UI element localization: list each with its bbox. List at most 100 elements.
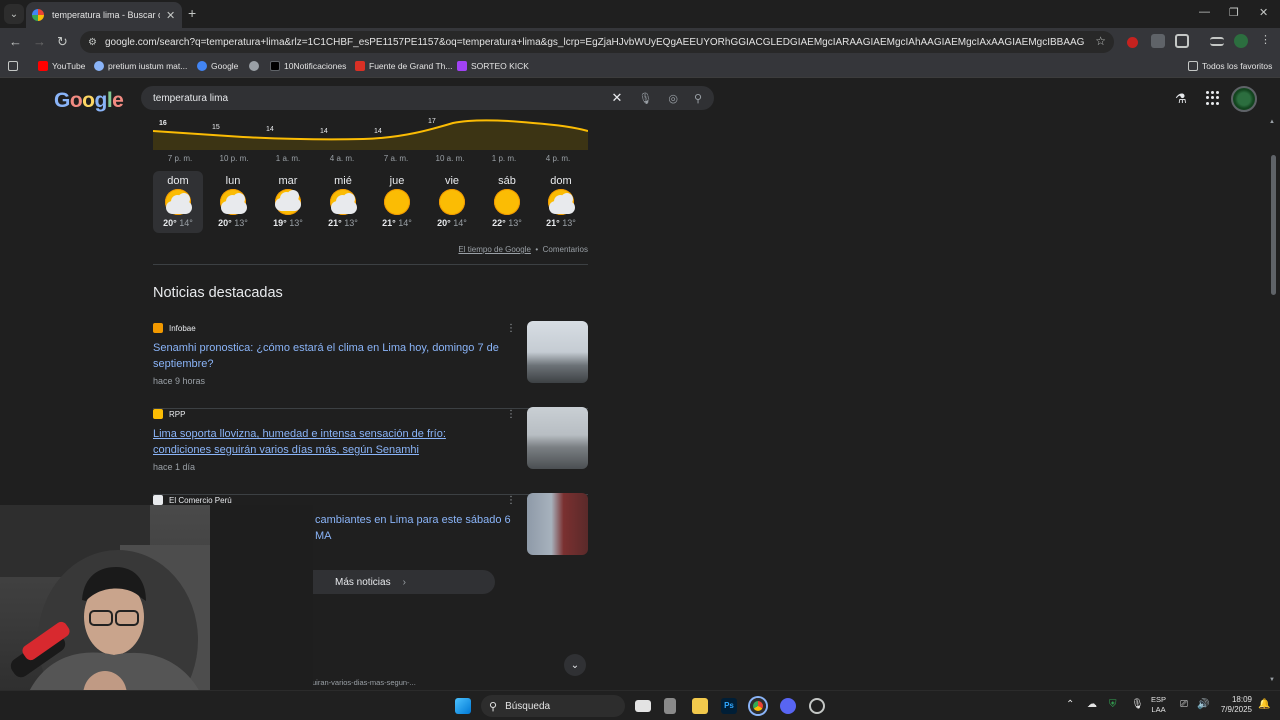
infobae-logo-icon <box>153 323 163 333</box>
link-status-bar: uiran-varios-dias-mas-segun-... <box>306 676 422 689</box>
scrollbar-thumb[interactable] <box>1271 155 1276 295</box>
bookmark-sorteo-kick[interactable]: SORTEO KICK <box>457 61 529 71</box>
bookmark-star-icon[interactable]: ☆ <box>1095 34 1106 48</box>
photoshop-icon[interactable]: Ps <box>721 698 737 714</box>
back-icon[interactable]: ← <box>9 34 22 49</box>
file-explorer-icon[interactable] <box>692 698 708 714</box>
news-thumbnail[interactable] <box>527 321 588 383</box>
google-weather-link[interactable]: El tiempo de Google <box>458 245 531 254</box>
forecast-day-sab[interactable]: sáb 22° 13° <box>482 171 532 233</box>
feedback-link[interactable]: Comentarios <box>543 245 588 254</box>
extensions-puzzle-icon[interactable] <box>1175 34 1189 48</box>
news-title-link[interactable]: Lima soporta llovizna, humedad e intensa… <box>153 426 503 458</box>
site-info-icon[interactable]: ⚙ <box>88 37 97 48</box>
notification-bell-icon[interactable]: 🔔 <box>1258 699 1270 710</box>
forward-icon[interactable]: → <box>33 34 46 49</box>
input-language[interactable]: ESP LAA <box>1151 695 1166 715</box>
forecast-day-mie[interactable]: mié 21° 13° <box>318 171 368 233</box>
news-item[interactable]: RPP Lima soporta llovizna, humedad e int… <box>153 407 588 495</box>
search-input[interactable]: temperatura lima <box>153 93 595 104</box>
news-thumbnail[interactable] <box>527 407 588 469</box>
new-tab-button[interactable]: + <box>188 5 196 21</box>
daily-forecast: dom 20° 14° lun 20° 13° mar 19° 13° mié … <box>153 171 588 235</box>
volume-icon[interactable]: 🔊 <box>1197 699 1209 710</box>
forecast-day-jue[interactable]: jue 21° 14° <box>372 171 422 233</box>
day-low: 13° <box>234 218 248 228</box>
google-logo[interactable]: Google <box>54 89 124 113</box>
time-label: 1 a. m. <box>275 154 301 163</box>
forecast-day-dom-2[interactable]: dom 21° 13° <box>536 171 586 233</box>
day-low: 14° <box>453 218 467 228</box>
extension-red-icon[interactable] <box>1127 37 1138 48</box>
profile-icon[interactable] <box>1234 34 1248 48</box>
time-label: 10 p. m. <box>219 154 249 163</box>
microphone-icon[interactable]: 🎙 <box>1131 699 1144 710</box>
scroll-down-chevron-icon[interactable]: ⌄ <box>564 654 586 676</box>
lens-icon[interactable]: ◎ <box>668 92 678 105</box>
bookmark-globe[interactable] <box>249 61 263 71</box>
bookmark-grand-theft[interactable]: Fuente de Grand Th... <box>355 61 452 71</box>
flame-icon <box>355 61 365 71</box>
address-bar[interactable]: ⚙ google.com/search?q=temperatura+lima&r… <box>80 31 1114 53</box>
app-icon[interactable] <box>664 698 676 714</box>
discord-icon[interactable] <box>780 698 796 714</box>
temperature-graph <box>153 119 588 150</box>
chrome-icon[interactable] <box>750 698 766 714</box>
taskbar-search[interactable]: ⚲ Búsqueda <box>481 695 625 717</box>
apps-grid-icon[interactable] <box>8 61 22 71</box>
network-icon[interactable]: ⎚ <box>1180 699 1188 710</box>
tab-close-icon[interactable]: ✕ <box>166 9 175 22</box>
forecast-day-mar[interactable]: mar 19° 13° <box>263 171 313 233</box>
microphone-icon[interactable]: 🎙 <box>638 92 652 105</box>
app-circle-icon[interactable] <box>809 698 825 714</box>
day-name: mar <box>278 175 298 187</box>
browser-tab-active[interactable]: temperatura lima - Buscar con Google ✕ <box>26 2 182 28</box>
windows-start-icon[interactable] <box>455 698 471 714</box>
bookmark-pretium[interactable]: pretium iustum mat... <box>94 61 187 71</box>
bookmark-10notificaciones[interactable]: 10Notificaciones <box>270 61 346 71</box>
tray-overflow-icon[interactable]: ⌃ <box>1066 699 1074 710</box>
search-box[interactable]: temperatura lima ✕ 🎙 ◎ ⚲ <box>141 86 714 110</box>
graph-temp-label: 14 <box>374 128 382 135</box>
clear-icon[interactable]: ✕ <box>611 90 622 106</box>
forecast-day-dom[interactable]: dom 20° 14° <box>153 171 203 233</box>
x-logo-icon <box>270 61 280 71</box>
search-icon[interactable]: ⚲ <box>694 92 702 105</box>
sunny-icon <box>382 189 412 217</box>
onedrive-icon[interactable]: ☁ <box>1087 699 1097 710</box>
more-options-icon[interactable]: ⋮ <box>506 323 516 334</box>
reload-icon[interactable]: ↻ <box>57 34 68 50</box>
bookmark-youtube[interactable]: YouTube <box>38 61 85 71</box>
forecast-day-lun[interactable]: lun 20° 13° <box>208 171 258 233</box>
bookmark-google[interactable]: Google <box>197 61 238 71</box>
account-avatar[interactable] <box>1231 86 1257 112</box>
rpp-logo-icon <box>153 409 163 419</box>
more-news-button[interactable]: Más noticias › <box>301 570 495 594</box>
news-item[interactable]: Infobae Senamhi pronostica: ¿cómo estará… <box>153 321 588 409</box>
more-options-icon[interactable]: ⋮ <box>506 495 516 506</box>
task-view-icon[interactable] <box>635 700 651 712</box>
scroll-up-icon[interactable]: ▲ <box>1269 119 1275 125</box>
news-title-link[interactable]: Senamhi pronostica: ¿cómo estará el clim… <box>153 340 503 372</box>
window-close-icon[interactable]: ✕ <box>1259 6 1268 19</box>
tab-search-dropdown[interactable]: ⌄ <box>4 4 24 24</box>
news-title-link[interactable]: cambiantes en Lima para este sábado 6 MA <box>315 512 515 544</box>
more-options-icon[interactable]: ⋮ <box>506 409 516 420</box>
forecast-day-vie[interactable]: vie 20° 14° <box>427 171 477 233</box>
page-scrollbar[interactable]: ▲ ▼ <box>1266 117 1280 690</box>
taskbar-clock[interactable]: 18:09 7/9/2025 <box>1218 695 1252 715</box>
day-low: 13° <box>508 218 522 228</box>
news-thumbnail[interactable] <box>527 493 588 555</box>
all-bookmarks[interactable]: Todos los favoritos <box>1188 61 1272 71</box>
extension-card-icon[interactable] <box>1151 34 1165 48</box>
scroll-down-icon[interactable]: ▼ <box>1269 677 1275 683</box>
minimize-icon[interactable]: — <box>1199 6 1210 18</box>
google-apps-icon[interactable] <box>1206 91 1220 105</box>
graph-temp-label: 17 <box>428 118 436 125</box>
security-shield-icon[interactable]: ⛨ <box>1109 699 1117 710</box>
browser-menu-icon[interactable]: ⋮ <box>1260 33 1274 47</box>
reading-list-icon[interactable] <box>1210 37 1224 46</box>
restore-icon[interactable]: ❐ <box>1229 6 1239 19</box>
labs-flask-icon[interactable]: ⚗ <box>1175 91 1187 107</box>
time-label: 4 p. m. <box>545 154 571 163</box>
